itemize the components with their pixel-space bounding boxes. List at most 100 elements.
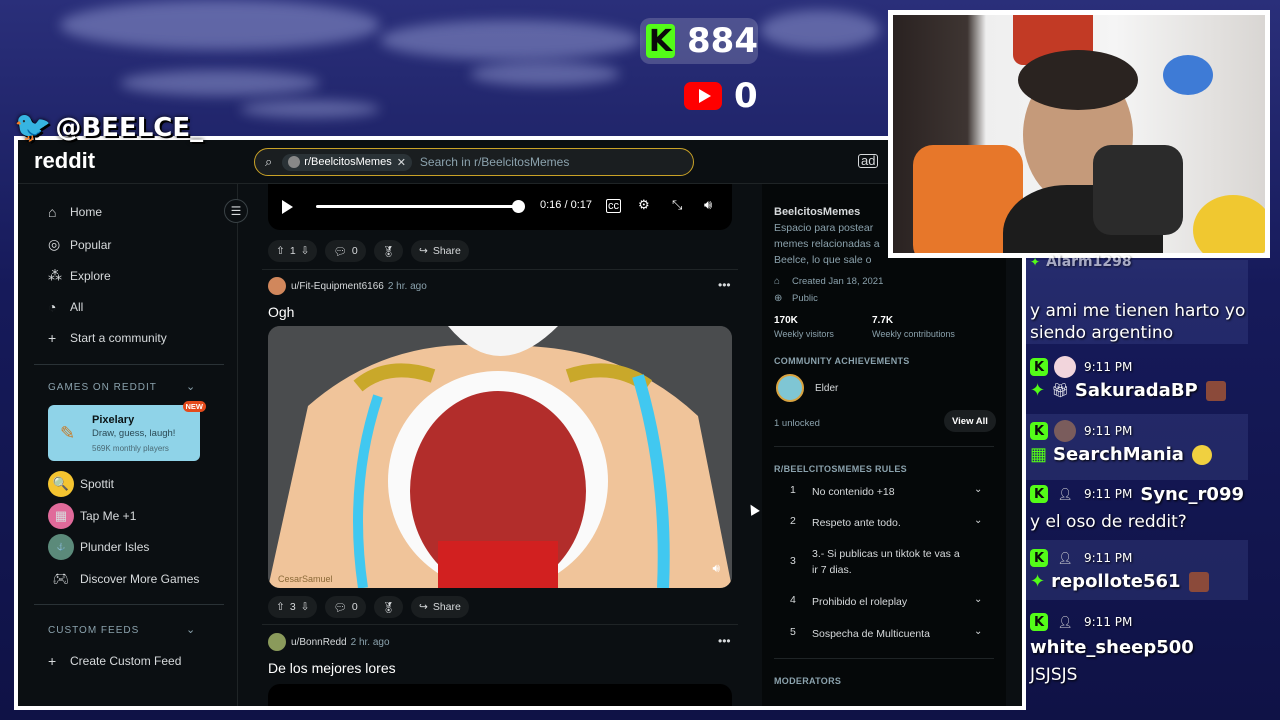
subreddit-search-chip[interactable]: r/BeelcitosMemes ✕ [282,153,412,171]
search-input[interactable]: ⌕ r/BeelcitosMemes ✕ Search in r/Beelcit… [254,148,694,176]
volume-icon[interactable]: 🔊︎ [712,561,720,576]
sidebar-item-home[interactable]: ⌂ Home [48,204,102,220]
rule-number: 3 [790,555,796,567]
chevron-down-icon[interactable]: ⌄ [974,515,982,526]
close-icon[interactable]: ✕ [397,156,406,169]
rule-text: No contenido +18 [812,486,895,498]
downvote-icon[interactable]: ⇩ [301,601,310,613]
award-button[interactable]: 🏅︎ [373,240,403,262]
downvote-icon[interactable]: ⇩ [301,245,310,257]
upvote-icon[interactable]: ⇧ [276,245,285,257]
create-custom-feed[interactable]: + Create Custom Feed [48,653,181,669]
share-button[interactable]: ↪ Share [411,596,469,618]
comments-button[interactable]: 💬︎ 0 [325,596,366,618]
captions-icon[interactable]: cc [606,199,621,213]
post-media[interactable] [268,684,732,706]
community-created: ⌂ Created Jan 18, 2021 [774,276,883,287]
comments-button[interactable]: 💬︎ 0 [325,240,366,262]
rule-item[interactable]: 1 No contenido +18 ⌄ [774,484,994,504]
chat-time: 9:11 PM [1084,615,1133,629]
vote-control[interactable]: ⇧ 3 ⇩ [268,596,318,618]
featured-game-card[interactable]: ✎ Pixelary Draw, guess, laugh! 569K mont… [48,401,206,461]
sidebar-item-all[interactable]: ◔ All [48,299,83,315]
sidebar-item-popular[interactable]: ◎ Popular [48,236,111,253]
kick-badge-icon: K [1030,613,1048,631]
youtube-logo-icon [684,82,722,110]
cake-icon: ⌂ [774,276,781,287]
rule-item[interactable]: 3 3.- Si publicas un tiktok te vas a ir 7… [774,546,994,580]
play-icon[interactable] [282,200,293,214]
chat-username: Alarm1298 [1046,254,1132,270]
chat-username: Sync_r099 [1140,483,1244,505]
user-avatar[interactable] [268,277,286,295]
post-title[interactable]: De los mejores lores [268,660,396,676]
rule-text: 3.- Si publicas un tiktok te vas a ir 7 … [812,548,960,576]
search-icon: ⌕ [265,154,273,169]
emote-icon [1191,444,1212,465]
user-avatar[interactable] [268,633,286,651]
rule-item[interactable]: 2 Respeto ante todo. ⌄ [774,515,994,535]
volume-icon[interactable]: 🔊︎ [704,197,712,213]
view-all-button[interactable]: View All [944,410,996,432]
rule-item[interactable]: 5 Sospecha de Multicuenta ⌄ [774,626,994,646]
chevron-down-icon[interactable]: ⌄ [974,484,982,495]
explore-icon: ⁂ [48,267,62,283]
fullscreen-icon[interactable]: ⤡ [672,197,682,213]
gift-icon: 🎁︎ [1051,382,1069,398]
upvote-icon[interactable]: ⇧ [276,601,285,613]
settings-gear-icon[interactable]: ⚙ [638,197,650,213]
rule-item[interactable]: 4 Prohibido el roleplay ⌄ [774,594,994,614]
post-image[interactable]: CesarSamuel 🔊︎ [268,326,732,588]
sidebar-item-tap-me[interactable]: ▦ Tap Me +1 [48,503,136,529]
post-title[interactable]: Ogh [268,304,294,320]
rule-number: 1 [790,484,796,496]
sidebar-item-label: Plunder Isles [80,540,150,554]
chevron-down-icon[interactable]: ⌄ [974,594,982,605]
video-player-controls: 0:16 / 0:17 cc ⚙ ⤡ 🔊︎ [268,184,732,230]
more-options-icon[interactable]: ••• [718,634,731,648]
collapse-menu-button[interactable]: ☰ [224,199,248,223]
divider [774,658,994,659]
all-icon: ◔ [48,299,57,315]
post-author[interactable]: u/Fit-Equipment6166 [291,281,384,292]
games-section-title[interactable]: GAMES ON REDDIT [48,382,157,393]
vote-control[interactable]: ⇧ 1 ⇩ [268,240,318,262]
sidebar-item-label: Explore [70,268,111,283]
post-meta: u/Fit-Equipment6166 2 hr. ago [268,277,427,295]
award-icon: 🏅︎ [381,601,395,614]
sidebar-item-spottit[interactable]: 🔍 Spottit [48,471,114,497]
created-date: Created Jan 18, 2021 [792,276,884,287]
comment-icon: 💬︎ [333,601,347,614]
video-time: 0:16 / 0:17 [540,199,592,211]
chevron-down-icon[interactable]: ⌄ [186,623,195,636]
divider [34,604,224,605]
chat-time: 9:11 PM [1084,487,1133,501]
rule-text: Sospecha de Multicuenta [812,628,930,640]
advertise-icon[interactable]: ad [858,154,879,168]
more-options-icon[interactable]: ••• [718,278,731,292]
image-watermark: CesarSamuel [278,574,333,584]
award-button[interactable]: 🏅︎ [373,596,403,618]
community-description: Espacio para postear memes relacionadas … [774,222,880,266]
search-placeholder[interactable]: Search in r/BeelcitosMemes [420,155,569,169]
subreddit-avatar [288,156,301,168]
custom-feeds-section-title[interactable]: CUSTOM FEEDS [48,625,139,636]
video-progress-handle[interactable] [512,200,525,213]
comment-icon: 💬︎ [333,245,347,258]
post-age: 2 hr. ago [387,280,427,292]
sidebar-item-discover-games[interactable]: 🎮︎ Discover More Games [48,566,200,592]
chevron-down-icon[interactable]: ⌄ [186,380,195,393]
chevron-down-icon[interactable]: ⌄ [974,626,982,637]
featured-game-players: 569K monthly players [92,444,169,453]
reddit-logo[interactable]: reddit [34,148,95,174]
share-label: Share [432,245,461,257]
sidebar-item-start-community[interactable]: + Start a community [48,330,167,346]
post-author[interactable]: u/BonnRedd [291,637,347,648]
share-button[interactable]: ↪ Share [411,240,469,262]
browser-window: reddit ⌕ r/BeelcitosMemes ✕ Search in r/… [14,136,1026,710]
video-progress-bar[interactable] [316,205,516,208]
sparkle-icon: ✦ [1030,255,1041,269]
new-badge: NEW [182,401,206,412]
sidebar-item-plunder-isles[interactable]: ⚓ Plunder Isles [48,534,149,560]
sidebar-item-explore[interactable]: ⁂ Explore [48,267,111,284]
